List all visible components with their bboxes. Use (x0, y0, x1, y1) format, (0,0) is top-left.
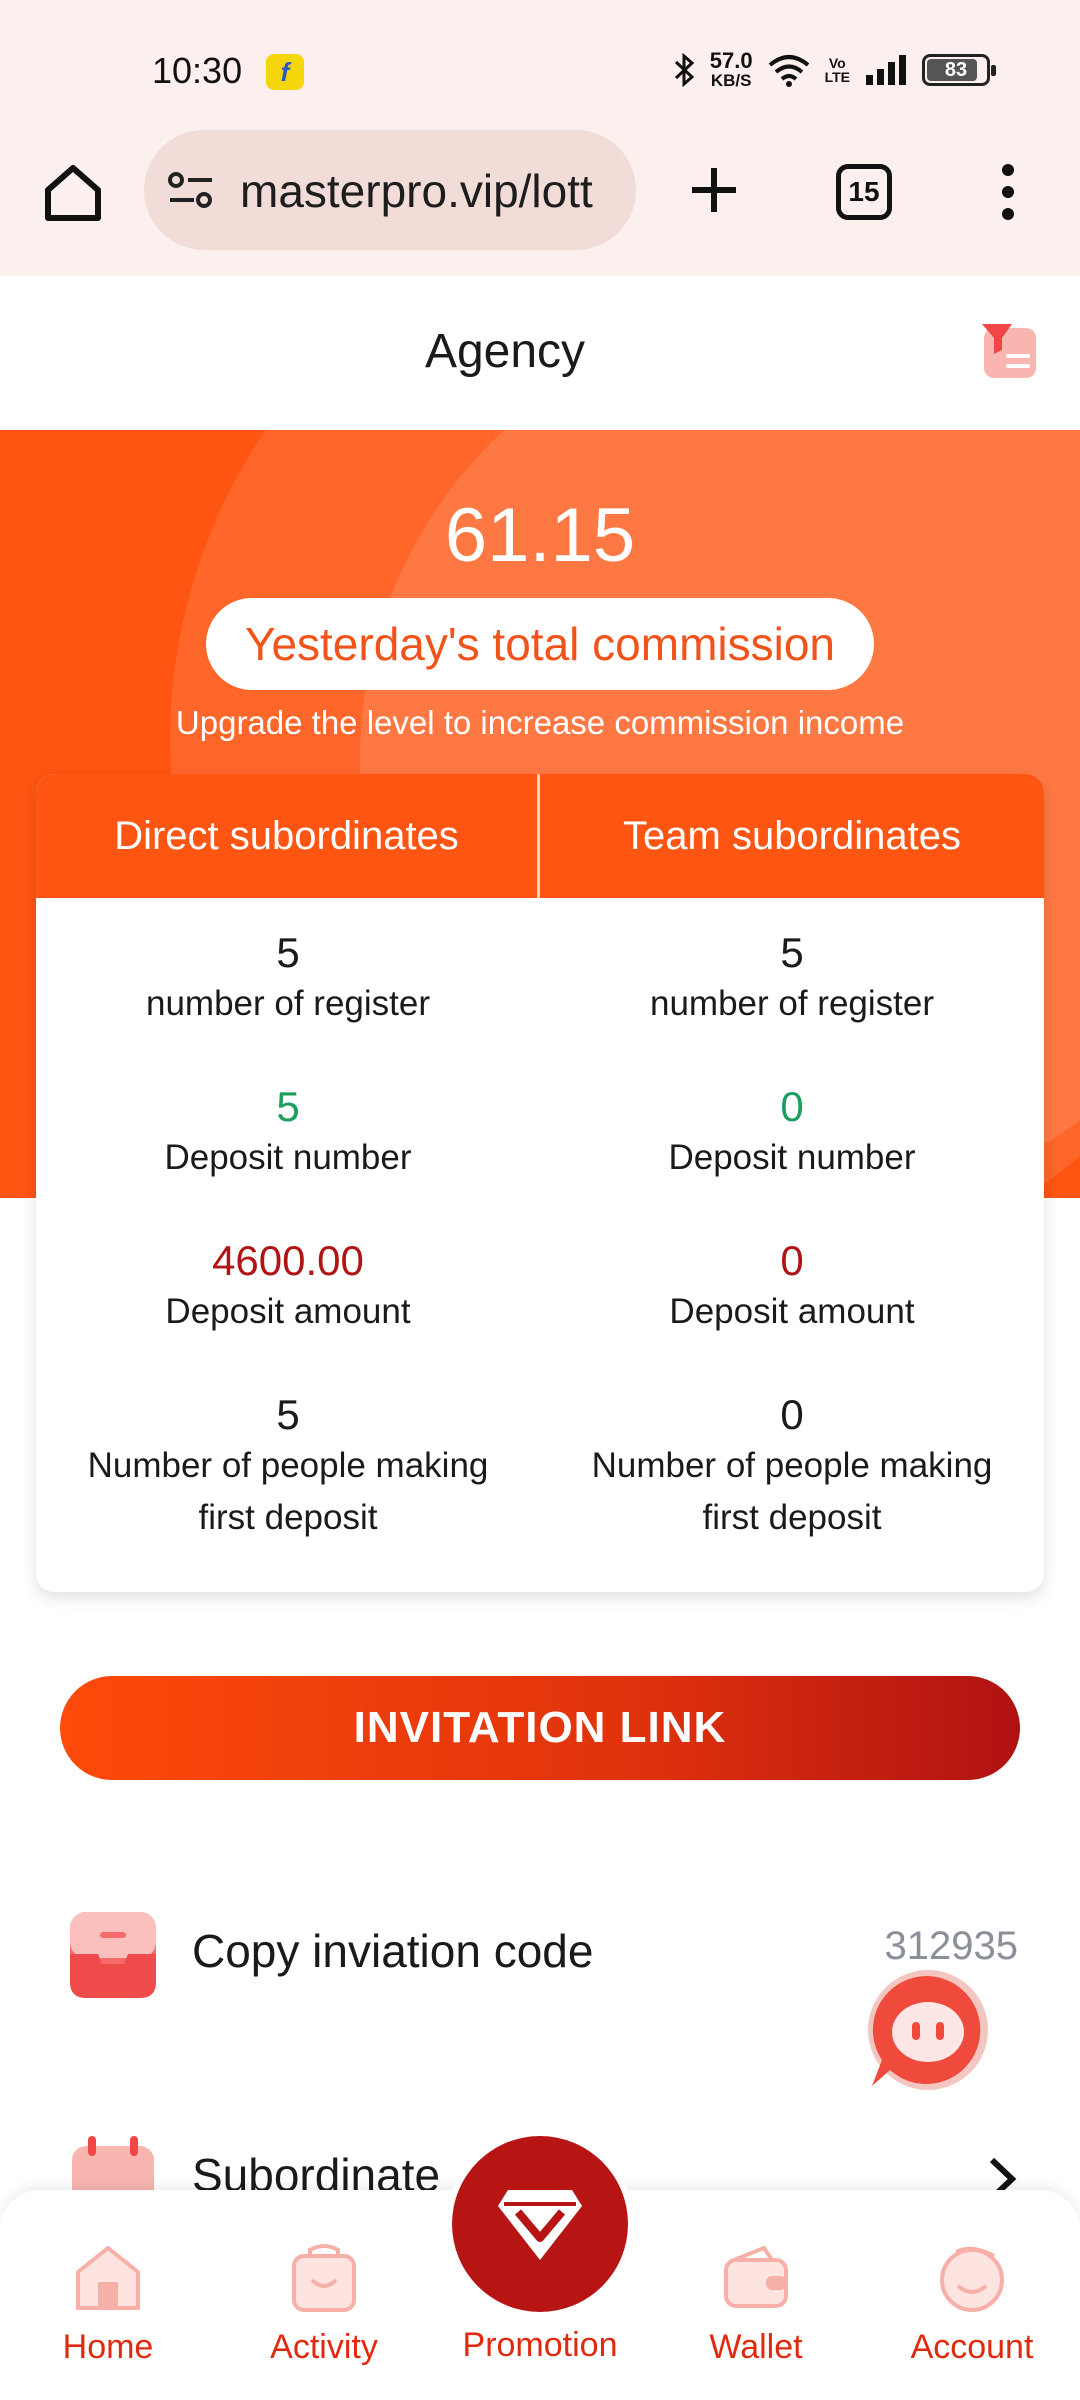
invitation-code-value: 312935 (884, 1924, 1018, 1968)
nav-home-label: Home (62, 2328, 154, 2366)
home-icon[interactable] (40, 160, 106, 226)
direct-register-stat: 5 number of register (36, 928, 540, 1030)
battery-icon: 83 (922, 53, 996, 86)
team-register-count: 5 (780, 929, 804, 976)
direct-deposit-amount: 4600.00 (212, 1237, 364, 1284)
team-deposit-amount: 0 (780, 1237, 804, 1284)
copy-code-label: Copy inviation code (192, 1925, 594, 1977)
team-first-deposit-count: 0 (780, 1391, 804, 1438)
network-speed: 57.0 KB/S (709, 48, 753, 90)
direct-deposit-amount-label: Deposit amount (165, 1292, 411, 1331)
customer-service-chat-icon[interactable] (860, 1968, 992, 2100)
nav-wallet[interactable]: Wallet (648, 2190, 864, 2400)
team-deposit-number-stat: 0 Deposit number (540, 1082, 1044, 1184)
stats-tabs: Direct subordinates Team subordinates (36, 774, 1044, 898)
direct-first-deposit-label-line1: Number of people making (87, 1446, 489, 1485)
direct-deposit-amount-stat: 4600.00 Deposit amount (36, 1236, 540, 1338)
tab-switcher-button[interactable]: 15 (836, 164, 892, 220)
home-nav-icon (76, 2246, 140, 2310)
diamond-icon (498, 2190, 582, 2260)
invitation-link-button[interactable]: INVITATION LINK (60, 1676, 1020, 1780)
activity-nav-icon (292, 2244, 356, 2312)
nav-account[interactable]: Account (864, 2190, 1080, 2400)
subordinates-stats-card: Direct subordinates Team subordinates 5 … (36, 774, 1044, 1592)
nav-activity-label: Activity (270, 2328, 378, 2366)
status-bar: 10:30 f 57.0 KB/S Vo LTE 83 (0, 0, 1080, 130)
screen: 10:30 f 57.0 KB/S Vo LTE 83 masterpro.vi… (0, 0, 1080, 2400)
direct-deposit-number-label: Deposit number (164, 1138, 412, 1177)
direct-register-count: 5 (276, 929, 300, 976)
nav-wallet-label: Wallet (709, 2328, 803, 2366)
team-deposit-number: 0 (780, 1083, 804, 1130)
volte-top: Vo (828, 54, 846, 71)
volte-indicator: Vo LTE (825, 56, 850, 84)
team-first-deposit-label-line2: first deposit (702, 1498, 882, 1537)
nav-home[interactable]: Home (0, 2190, 216, 2400)
nav-promotion[interactable] (452, 2136, 628, 2312)
direct-register-label: number of register (145, 984, 431, 1023)
upgrade-hint: Upgrade the level to increase commission… (175, 704, 905, 741)
new-tab-icon[interactable] (686, 162, 742, 218)
network-speed-unit: KB/S (710, 71, 752, 90)
page-header: Agency (0, 276, 1080, 430)
direct-first-deposit-count: 5 (276, 1391, 300, 1438)
team-stats-column: 5 number of register 0 Deposit number 0 … (540, 898, 1044, 1592)
wallet-nav-icon (724, 2245, 788, 2308)
status-time: 10:30 (152, 50, 243, 91)
team-deposit-amount-label: Deposit amount (669, 1292, 915, 1331)
team-first-deposit-label-line1: Number of people making (591, 1446, 993, 1485)
team-register-stat: 5 number of register (540, 928, 1044, 1030)
page-title: Agency (424, 325, 586, 378)
battery-level: 83 (944, 58, 968, 81)
tab-direct-subordinates[interactable]: Direct subordinates (36, 774, 540, 898)
network-speed-value: 57.0 (709, 48, 753, 73)
direct-first-deposit-stat: 5 Number of people making first deposit (36, 1390, 540, 1544)
direct-deposit-number-stat: 5 Deposit number (36, 1082, 540, 1184)
signal-icon (866, 54, 906, 85)
team-register-label: number of register (649, 984, 935, 1023)
direct-deposit-number: 5 (276, 1083, 300, 1130)
bluetooth-icon (674, 52, 694, 87)
nav-promotion-label[interactable]: Promotion (432, 2326, 648, 2365)
copy-code-icon (70, 1912, 156, 1998)
url-text[interactable]: masterpro.vip/lott (240, 164, 620, 218)
account-nav-icon (940, 2246, 1004, 2312)
team-deposit-amount-stat: 0 Deposit amount (540, 1236, 1044, 1338)
team-deposit-number-label: Deposit number (668, 1138, 916, 1177)
flipkart-notification-icon: f (266, 54, 304, 90)
wifi-icon (768, 54, 809, 87)
nav-activity[interactable]: Activity (216, 2190, 432, 2400)
more-options-icon[interactable] (996, 162, 1020, 222)
browser-toolbar: masterpro.vip/lott 15 (0, 130, 1080, 276)
address-bar[interactable]: masterpro.vip/lott (144, 130, 636, 250)
nav-account-label: Account (910, 2328, 1034, 2366)
status-icons: 57.0 KB/S Vo LTE 83 (674, 48, 996, 90)
commission-label-pill: Yesterday's total commission (206, 598, 874, 690)
volte-bottom: LTE (824, 68, 850, 85)
team-first-deposit-stat: 0 Number of people making first deposit (540, 1390, 1044, 1544)
commission-value: 61.15 (444, 493, 636, 578)
site-settings-icon[interactable] (166, 170, 216, 210)
agency-records-icon[interactable] (978, 320, 1040, 382)
tab-team-subordinates[interactable]: Team subordinates (540, 774, 1044, 898)
direct-stats-column: 5 number of register 5 Deposit number 46… (36, 898, 540, 1592)
direct-first-deposit-label-line2: first deposit (198, 1498, 378, 1537)
